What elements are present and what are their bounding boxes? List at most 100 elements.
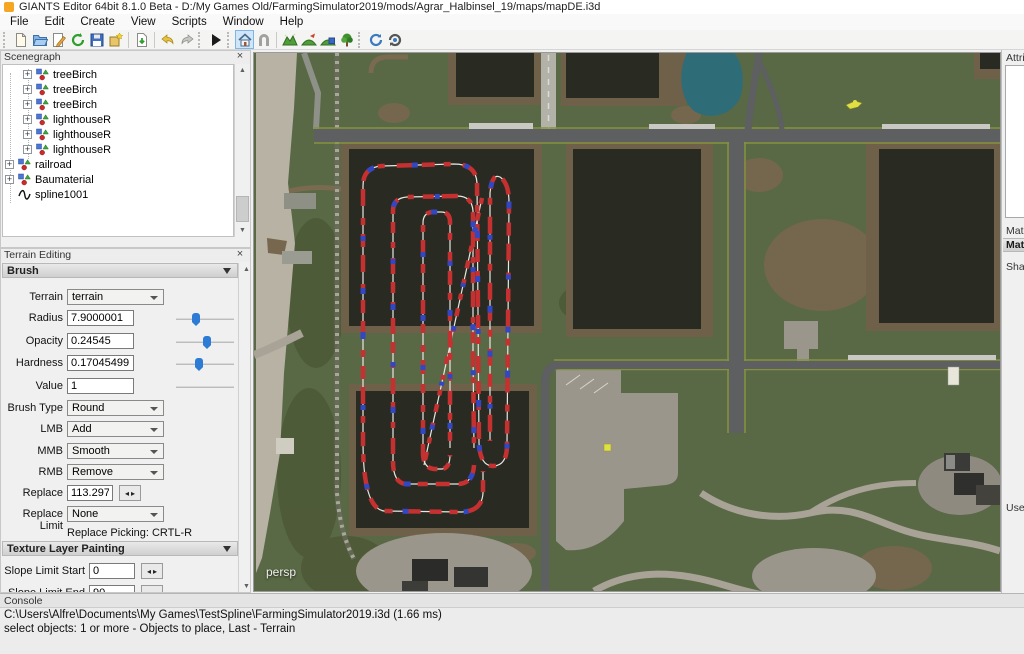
scenegraph-node-lighthouse[interactable]: lighthouseR (3, 127, 111, 142)
replace-row: Replace (1, 485, 238, 502)
menu-edit[interactable]: Edit (37, 15, 73, 29)
menu-create[interactable]: Create (72, 15, 123, 29)
new-file-icon[interactable] (11, 30, 30, 49)
material-panel-title: Mater (1006, 225, 1024, 237)
scroll-up-icon[interactable] (239, 263, 251, 276)
value-input[interactable] (67, 378, 134, 394)
node-label: lighthouseR (53, 144, 111, 156)
expand-icon[interactable] (23, 115, 32, 124)
terrain-panel-scrollbar[interactable] (238, 263, 251, 593)
node-label: spline1001 (35, 189, 88, 201)
node-label: lighthouseR (53, 114, 111, 126)
replace-limit-select[interactable]: None (67, 506, 164, 522)
expand-icon[interactable] (23, 85, 32, 94)
chevron-down-icon (150, 450, 158, 454)
scenegraph-node-spline[interactable]: spline1001 (3, 187, 88, 202)
scenegraph-node-treebirch[interactable]: treeBirch (3, 82, 97, 97)
giants-editor-window: GIANTS Editor 64bit 8.1.0 Beta - D:/My G… (0, 0, 1024, 654)
hardness-input[interactable] (67, 355, 134, 371)
scenegraph-node-lighthouse[interactable]: lighthouseR (3, 112, 111, 127)
replace-limit-label: Replace Limit (1, 508, 63, 532)
scenegraph-node-lighthouse[interactable]: lighthouseR (3, 142, 111, 157)
texture-layer-painting-label: Texture Layer Painting (7, 543, 125, 555)
terrain-label: Terrain (1, 291, 63, 303)
mmb-select[interactable]: Smooth (67, 443, 164, 459)
hardness-slider[interactable] (176, 358, 234, 370)
scroll-down-icon[interactable] (235, 224, 250, 237)
replace-stepper[interactable] (119, 485, 141, 501)
opacity-slider[interactable] (176, 336, 234, 348)
toolbar-separator (151, 32, 158, 48)
snap-magnet-icon[interactable] (254, 30, 273, 49)
attributes-panel-content[interactable] (1005, 65, 1024, 218)
export-icon[interactable] (106, 30, 125, 49)
opacity-row: Opacity (1, 333, 238, 350)
terrain-select[interactable]: terrain (67, 289, 164, 305)
redo-icon[interactable] (177, 30, 196, 49)
texture-layer-painting-header[interactable]: Texture Layer Painting (2, 541, 238, 556)
slope-limit-end-stepper[interactable] (141, 585, 163, 593)
collapse-triangle-icon (223, 268, 231, 274)
lmb-select[interactable]: Add (67, 421, 164, 437)
scenegraph-title-label: Scenegraph (4, 51, 61, 63)
expand-icon[interactable] (23, 145, 32, 154)
viewport-3d[interactable]: persp (253, 52, 1001, 592)
undo-icon[interactable] (158, 30, 177, 49)
menu-scripts[interactable]: Scripts (164, 15, 215, 29)
scroll-thumb[interactable] (236, 196, 249, 222)
scroll-up-icon[interactable] (235, 64, 250, 77)
refresh-icon[interactable] (68, 30, 87, 49)
expand-icon[interactable] (23, 70, 32, 79)
menu-window[interactable]: Window (215, 15, 272, 29)
radius-slider[interactable] (176, 313, 234, 325)
replace-input[interactable] (67, 485, 113, 501)
radius-row: Radius (1, 310, 238, 327)
edit-file-icon[interactable] (49, 30, 68, 49)
expand-icon[interactable] (23, 130, 32, 139)
terrain-editing-title-label: Terrain Editing (4, 249, 71, 261)
save-icon[interactable] (87, 30, 106, 49)
slope-limit-end-input[interactable] (89, 585, 135, 593)
toolbar-grip (198, 32, 204, 48)
open-file-icon[interactable] (30, 30, 49, 49)
brush-section-header[interactable]: Brush (2, 263, 238, 278)
close-icon[interactable] (234, 249, 246, 261)
expand-icon[interactable] (5, 175, 14, 184)
script-settings-icon[interactable] (385, 30, 404, 49)
expand-icon[interactable] (5, 160, 14, 169)
rmb-select[interactable]: Remove (67, 464, 164, 480)
reload-scripts-icon[interactable] (366, 30, 385, 49)
scenegraph-node-treebirch[interactable]: treeBirch (3, 97, 97, 112)
transform-node-icon (36, 68, 49, 81)
material-section-header[interactable]: Mate (1003, 238, 1024, 252)
node-label: treeBirch (53, 99, 97, 111)
terrain-sculpt-icon[interactable] (280, 30, 299, 49)
scenegraph-tree[interactable]: treeBirch treeBirch treeBirch lighthouse… (2, 64, 234, 237)
opacity-input[interactable] (67, 333, 134, 349)
scenegraph-node-treebirch[interactable]: treeBirch (3, 67, 97, 82)
menu-help[interactable]: Help (272, 15, 312, 29)
expand-icon[interactable] (23, 100, 32, 109)
terrain-paint-icon[interactable] (318, 30, 337, 49)
radius-input[interactable] (67, 310, 134, 326)
slope-limit-start-stepper[interactable] (141, 563, 163, 579)
small-building (276, 438, 294, 454)
scenegraph-node-baumaterial[interactable]: Baumaterial (3, 172, 94, 187)
menu-view[interactable]: View (123, 15, 164, 29)
menu-file[interactable]: File (2, 15, 37, 29)
play-icon[interactable] (206, 30, 225, 49)
terrain-smooth-icon[interactable] (299, 30, 318, 49)
scenegraph-node-railroad[interactable]: railroad (3, 157, 72, 172)
value-slider[interactable] (176, 381, 234, 393)
close-icon[interactable] (234, 51, 246, 63)
import-icon[interactable] (132, 30, 151, 49)
add-tree-icon[interactable] (337, 30, 356, 49)
hardness-row: Hardness (1, 355, 238, 372)
node-label: lighthouseR (53, 129, 111, 141)
slope-limit-start-row: Slope Limit Start (1, 563, 238, 580)
scenegraph-scrollbar[interactable] (234, 64, 250, 237)
slope-limit-start-input[interactable] (89, 563, 135, 579)
home-camera-icon[interactable] (235, 30, 254, 49)
scroll-down-icon[interactable] (239, 580, 251, 593)
brush-type-select[interactable]: Round (67, 400, 164, 416)
